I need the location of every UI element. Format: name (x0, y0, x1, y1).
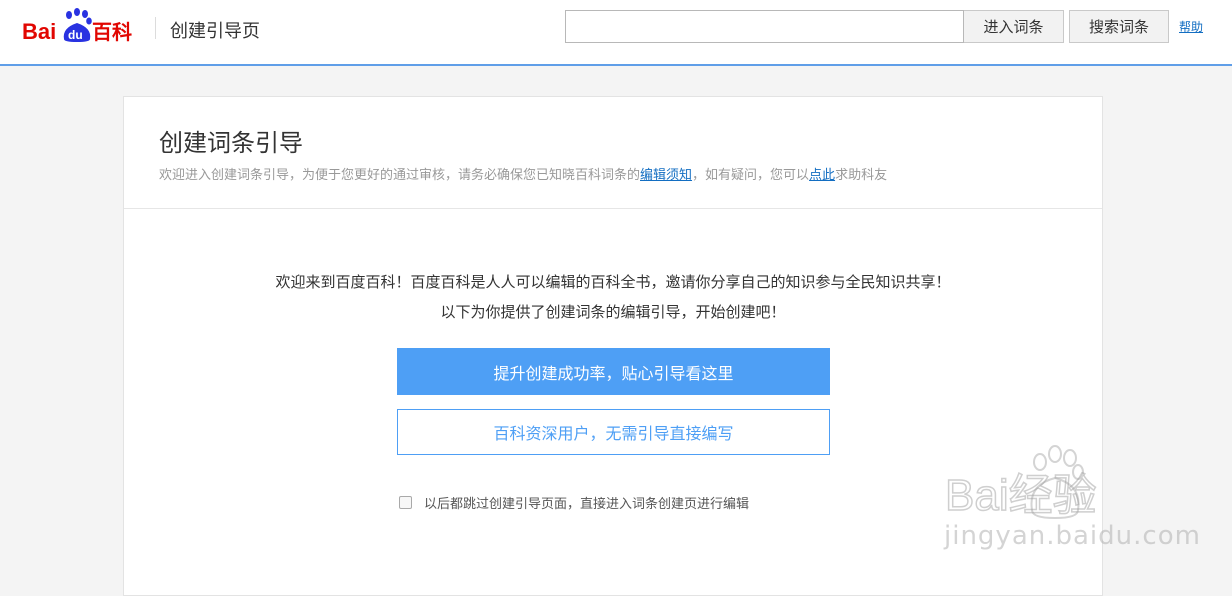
header-divider (155, 17, 156, 39)
card-header: 创建词条引导 欢迎进入创建词条引导，为便于您更好的通过审核，请务必确保您已知晓百… (124, 97, 1102, 209)
welcome-line-1: 欢迎来到百度百科！百度百科是人人可以编辑的百科全书，邀请你分享自己的知识参与全民… (275, 273, 951, 291)
skip-guide-checkbox[interactable] (399, 495, 412, 509)
desc-text-3: 求助科友 (835, 168, 888, 183)
skip-guide-label[interactable]: 以后都跳过创建引导页面，直接进入词条创建页进行编辑 (424, 493, 749, 512)
enter-entry-button[interactable]: 进入词条 (964, 10, 1064, 43)
card-description: 欢迎进入创建词条引导，为便于您更好的通过审核，请务必确保您已知晓百科词条的编辑须… (159, 164, 887, 183)
baidu-baike-logo[interactable]: Bai du 百科 (22, 6, 142, 46)
svg-text:Bai: Bai (22, 19, 56, 44)
card-title: 创建词条引导 (159, 129, 303, 157)
direct-edit-button[interactable]: 百科资深用户，无需引导直接编写 (397, 409, 830, 455)
desc-text-1: 欢迎进入创建词条引导，为便于您更好的通过审核，请务必确保您已知晓百科词条的 (159, 168, 641, 183)
search-entry-button[interactable]: 搜索词条 (1069, 10, 1169, 43)
watermark-url: jingyan.baidu.com (944, 521, 1201, 551)
edit-guidelines-link[interactable]: 编辑须知 (640, 168, 692, 183)
click-here-link[interactable]: 点此 (809, 168, 835, 183)
skip-guide-option[interactable]: 以后都跳过创建引导页面，直接进入词条创建页进行编辑 (397, 493, 857, 512)
svg-text:百科: 百科 (92, 20, 132, 44)
help-link[interactable]: 帮助 (1179, 18, 1203, 35)
welcome-message: 欢迎来到百度百科！百度百科是人人可以编辑的百科全书，邀请你分享自己的知识参与全民… (124, 267, 1102, 327)
desc-text-2: ，如有疑问，您可以 (692, 168, 810, 183)
guided-create-button[interactable]: 提升创建成功率，贴心引导看这里 (397, 348, 830, 395)
page-title: 创建引导页 (170, 21, 260, 42)
top-header: Bai du 百科 创建引导页 进入词条 搜索词条 帮助 (0, 0, 1232, 66)
svg-text:du: du (68, 28, 83, 42)
welcome-line-2: 以下为你提供了创建词条的编辑引导，开始创建吧！ (440, 303, 786, 321)
search-input[interactable] (565, 10, 964, 43)
